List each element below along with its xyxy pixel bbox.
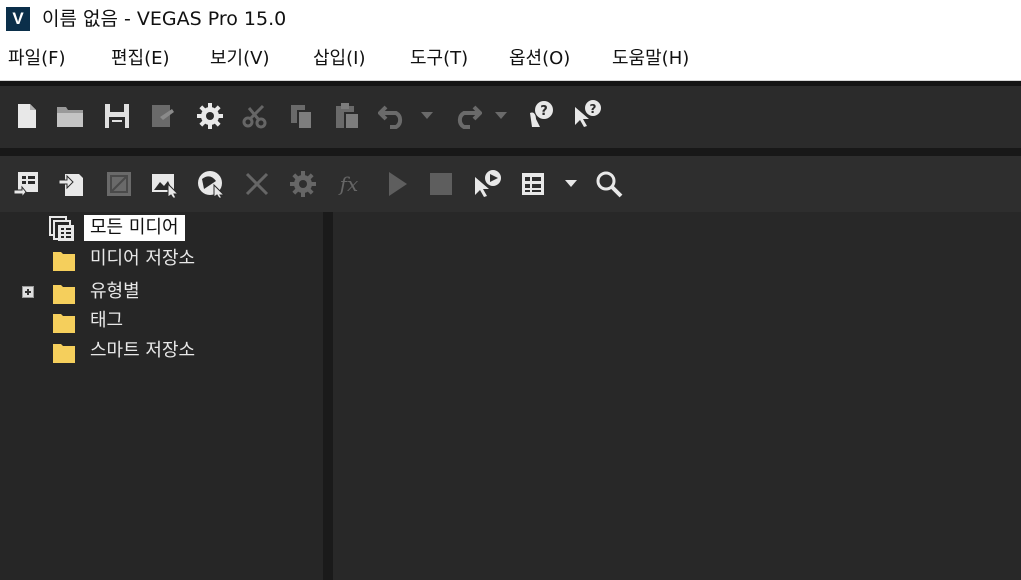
redo-icon[interactable] [452, 101, 482, 131]
search-media-icon[interactable] [594, 169, 624, 199]
get-media-web-icon[interactable] [104, 169, 134, 199]
tree-item-smart-bins[interactable]: 스마트 저장소 [0, 336, 320, 366]
svg-text:fx: fx [338, 172, 359, 196]
all-media-icon [48, 215, 76, 247]
tree-item-label: 태그 [90, 310, 124, 331]
stop-icon[interactable] [426, 169, 456, 199]
menu-insert[interactable]: 삽입(I) [313, 46, 365, 72]
svg-text:?: ? [590, 102, 597, 116]
tree-item-media-bins[interactable]: 미디어 저장소 [0, 244, 320, 274]
media-toolbar: fx [0, 156, 1021, 212]
separator [0, 148, 1021, 156]
menu-options[interactable]: 옵션(O) [509, 46, 570, 72]
menu-tools[interactable]: 도구(T) [410, 46, 468, 72]
copy-icon[interactable] [287, 101, 317, 131]
media-fx-icon[interactable]: fx [334, 169, 364, 199]
menu-file[interactable]: 파일(F) [8, 46, 66, 72]
interactive-tutorial-icon[interactable]: ? [526, 99, 556, 129]
tree-item-tags[interactable]: 태그 [0, 306, 320, 336]
import-media-icon[interactable] [12, 169, 42, 199]
paste-icon[interactable] [332, 101, 362, 131]
tree-item-all-media[interactable]: 모든 미디어 [0, 214, 320, 244]
menu-help[interactable]: 도움말(H) [612, 46, 689, 72]
panel-splitter[interactable] [323, 212, 333, 580]
folder-icon [52, 248, 76, 272]
media-tree-panel: 모든 미디어 미디어 저장소 유형별 태그 스마트 저장소 [0, 212, 323, 580]
folder-icon [52, 340, 76, 364]
menu-bar: 파일(F) 편집(E) 보기(V) 삽입(I) 도구(T) 옵션(O) 도움말(… [0, 38, 1021, 81]
title-bar: V 이름 없음 - VEGAS Pro 15.0 [0, 0, 1021, 38]
whats-this-help-icon[interactable]: ? [572, 99, 602, 129]
undo-dropdown-icon[interactable] [416, 101, 438, 131]
media-content-panel[interactable] [333, 212, 1021, 580]
get-photos-icon[interactable] [150, 169, 180, 199]
tree-item-label: 유형별 [90, 281, 140, 302]
main-toolbar: ? ? [0, 86, 1021, 148]
tree-item-label: 미디어 저장소 [90, 248, 196, 269]
remove-icon[interactable] [242, 169, 272, 199]
cut-icon[interactable] [240, 101, 270, 131]
media-generator-icon[interactable] [196, 169, 226, 199]
play-icon[interactable] [382, 169, 412, 199]
redo-dropdown-icon[interactable] [490, 101, 512, 131]
media-properties-icon[interactable] [288, 169, 318, 199]
folder-icon [52, 310, 76, 334]
views-dropdown-icon[interactable] [560, 169, 582, 199]
menu-view[interactable]: 보기(V) [210, 46, 269, 72]
tree-item-label: 모든 미디어 [84, 215, 185, 241]
expand-icon[interactable] [22, 286, 34, 298]
folder-icon [52, 281, 76, 305]
vegas-logo: V [6, 7, 30, 31]
auto-preview-icon[interactable] [472, 169, 502, 199]
tree-item-by-type[interactable]: 유형별 [0, 277, 320, 307]
capture-video-icon[interactable] [56, 169, 86, 199]
undo-icon[interactable] [378, 101, 408, 131]
new-file-icon[interactable] [12, 101, 42, 131]
tree-item-label: 스마트 저장소 [90, 340, 196, 361]
render-as-icon[interactable] [148, 101, 178, 131]
save-icon[interactable] [102, 101, 132, 131]
views-icon[interactable] [518, 169, 548, 199]
window-title: 이름 없음 - VEGAS Pro 15.0 [42, 8, 287, 30]
properties-gear-icon[interactable] [195, 101, 225, 131]
menu-edit[interactable]: 편집(E) [111, 46, 170, 72]
open-folder-icon[interactable] [55, 101, 85, 131]
svg-text:?: ? [540, 104, 548, 119]
